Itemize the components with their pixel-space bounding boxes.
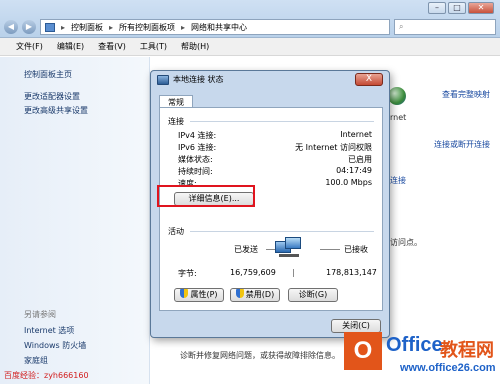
speed-value: 100.0 Mbps	[325, 178, 372, 187]
bytes-sent-value: 16,759,609	[230, 268, 276, 277]
left-task-pane: 控制面板主页 更改适配器设置 更改高级共享设置 另请参阅 Internet 选项…	[0, 57, 150, 384]
activity-section-title: 活动	[168, 227, 184, 236]
view-full-map-link[interactable]: 查看完整映射	[442, 89, 490, 100]
connection-divider	[190, 121, 374, 122]
bytes-received-value: 178,813,147	[326, 268, 377, 277]
minimize-button[interactable]: –	[428, 2, 446, 14]
duration-label: 持续时间:	[178, 167, 213, 176]
ipv4-value: Internet	[340, 130, 372, 139]
activity-divider	[190, 231, 374, 232]
breadcrumb-separator-icon: ▸	[61, 22, 66, 32]
sent-label: 已发送	[234, 245, 258, 254]
menu-edit[interactable]: 编辑(E)	[57, 41, 84, 52]
properties-button-label: 属性(P)	[190, 290, 218, 299]
received-line	[320, 249, 340, 250]
ipv6-label: IPv6 连接:	[178, 143, 217, 152]
address-bar[interactable]: ▸ 控制面板 ▸ 所有控制面板项 ▸ 网络和共享中心	[40, 19, 390, 35]
office-site-text: www.office26.com	[400, 362, 496, 374]
connect-or-disconnect-link[interactable]: 连接或断开连接	[434, 139, 490, 150]
duration-value: 04:17:49	[336, 166, 372, 175]
breadcrumb-item[interactable]: 所有控制面板项	[119, 22, 175, 33]
internet-options-link[interactable]: Internet 选项	[24, 325, 74, 336]
maximize-button[interactable]: □	[448, 2, 466, 14]
close-window-button[interactable]: ✕	[468, 2, 494, 14]
baidu-watermark: 百度经验：zyh666160	[4, 371, 89, 380]
office-logo-icon: O	[344, 332, 382, 370]
menu-tools[interactable]: 工具(T)	[140, 41, 167, 52]
forward-arrow-icon[interactable]: ▶	[22, 20, 36, 34]
properties-button[interactable]: 属性(P)	[174, 288, 224, 302]
network-activity-icon	[275, 237, 303, 259]
details-highlight-annotation	[157, 185, 255, 207]
access-point-text: 访问点。	[390, 238, 422, 247]
menu-view[interactable]: 查看(V)	[98, 41, 126, 52]
breadcrumb-item[interactable]: 网络和共享中心	[191, 22, 247, 33]
disable-button[interactable]: 禁用(D)	[230, 288, 280, 302]
control-panel-home-link[interactable]: 控制面板主页	[24, 69, 72, 80]
back-arrow-icon[interactable]: ◀	[4, 20, 18, 34]
network-connection-icon	[157, 74, 169, 85]
breadcrumb-separator-icon: ▸	[109, 22, 114, 32]
diagnose-button[interactable]: 诊断(G)	[288, 288, 338, 302]
uac-shield-icon	[180, 289, 189, 298]
see-also-title: 另请参阅	[24, 310, 56, 319]
local-connection-status-dialog: 本地连接 状态 X 常规 连接 IPv4 连接: Internet IPv6 连…	[150, 70, 390, 338]
dialog-general-panel: 连接 IPv4 连接: Internet IPv6 连接: 无 Internet…	[159, 107, 383, 311]
bytes-label: 字节:	[178, 269, 197, 278]
menu-bar: 文件(F) 编辑(E) 查看(V) 工具(T) 帮助(H)	[0, 38, 500, 56]
internet-label: rnet	[390, 113, 407, 122]
search-icon: ⌕	[399, 22, 404, 31]
dialog-titlebar: 本地连接 状态	[157, 74, 224, 85]
media-state-label: 媒体状态:	[178, 155, 213, 164]
change-advanced-sharing-link[interactable]: 更改高级共享设置	[24, 105, 88, 116]
internet-globe-icon	[388, 87, 406, 105]
uac-shield-icon	[235, 289, 244, 298]
diagnose-description: 诊断并修复网络问题，或获得故障排除信息。	[180, 351, 340, 360]
breadcrumb-separator-icon: ▸	[181, 22, 186, 32]
office-tutorial-logo: O Office 教程网 www.office26.com	[340, 326, 500, 384]
homegroup-link[interactable]: 家庭组	[24, 355, 48, 366]
ipv4-label: IPv4 连接:	[178, 131, 217, 140]
search-input[interactable]: ⌕	[394, 19, 496, 35]
change-adapter-settings-link[interactable]: 更改适配器设置	[24, 91, 80, 102]
windows-firewall-link[interactable]: Windows 防火墙	[24, 340, 86, 351]
control-panel-icon	[45, 22, 55, 32]
media-state-value: 已启用	[348, 155, 372, 164]
window-controls: – □ ✕	[428, 2, 494, 14]
dialog-close-icon[interactable]: X	[355, 73, 383, 86]
navigation-row: ◀ ▶ ▸ 控制面板 ▸ 所有控制面板项 ▸ 网络和共享中心 ⌕	[4, 18, 496, 36]
menu-file[interactable]: 文件(F)	[16, 41, 43, 52]
local-connection-link[interactable]: 连接	[390, 175, 406, 186]
dialog-title: 本地连接 状态	[173, 75, 224, 84]
received-label: 已接收	[344, 245, 368, 254]
connection-section-title: 连接	[168, 117, 184, 126]
office-brand-text: Office	[386, 334, 443, 356]
bytes-separator: |	[292, 268, 295, 277]
menu-help[interactable]: 帮助(H)	[181, 41, 209, 52]
breadcrumb-item[interactable]: 控制面板	[71, 22, 103, 33]
ipv6-value: 无 Internet 访问权限	[295, 143, 372, 152]
office-brand-text-2: 教程网	[440, 340, 494, 360]
disable-button-label: 禁用(D)	[245, 290, 275, 299]
window-titlebar: – □ ✕ ◀ ▶ ▸ 控制面板 ▸ 所有控制面板项 ▸ 网络和共享中心 ⌕	[0, 0, 500, 38]
